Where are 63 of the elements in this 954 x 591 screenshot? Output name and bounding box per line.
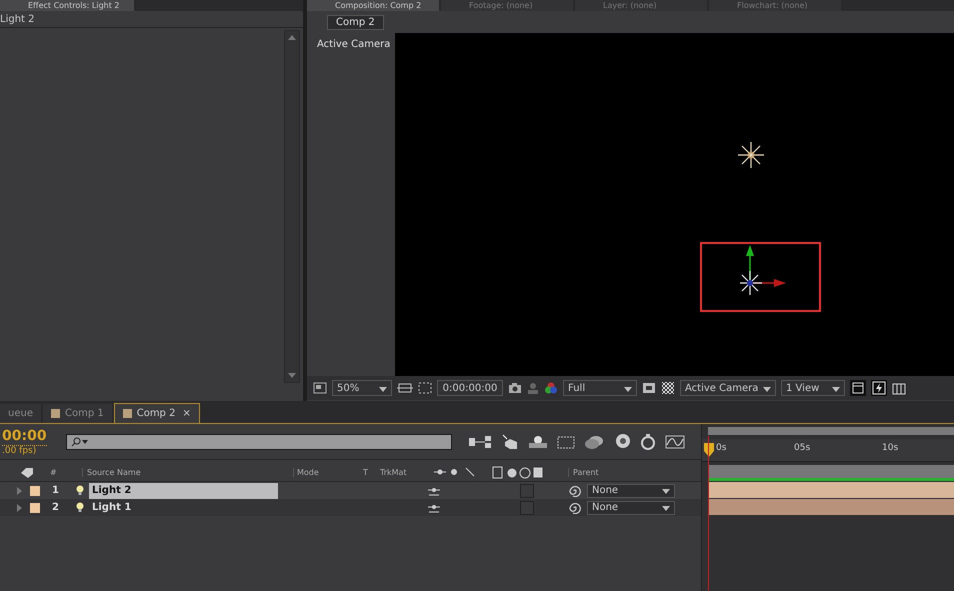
layer-name[interactable]: Light 1 [89,500,278,516]
shy-switch-icon[interactable] [428,502,440,512]
parent-dropdown[interactable]: None [587,484,675,498]
column-header: Parent [568,468,599,477]
parent-dropdown[interactable]: None [587,500,675,514]
light-bulb-icon [76,485,84,496]
search-field[interactable] [66,434,452,450]
flowchart-icon[interactable] [892,381,906,395]
film-frames-icon[interactable] [556,434,576,450]
comp-button[interactable]: Comp 2 [327,14,384,30]
graph-editor-icon[interactable] [664,434,686,450]
preview-icon[interactable] [313,382,327,394]
light-icon[interactable] [736,140,766,170]
grid-icon[interactable] [397,382,413,394]
camera-icon[interactable] [508,382,522,394]
pick-whip-icon[interactable] [569,484,581,496]
zoom-dropdown[interactable]: 50% [332,380,392,396]
time-ruler[interactable]: 0s 05s 10s [702,439,954,462]
shy-switch-icon[interactable] [428,486,440,496]
label-swatch[interactable] [30,502,40,512]
scrollbar[interactable] [284,30,300,383]
ruler-label: 0s [716,443,726,453]
switch-checkbox[interactable] [520,484,534,498]
timeline-tab[interactable]: Comp 1 [42,404,112,423]
fast-preview-icon[interactable] [871,380,887,396]
column-header: T [363,468,369,477]
layer-number: 2 [51,502,60,513]
view-label: Active Camera [317,39,390,50]
timecode-field[interactable]: 0:00:00:00 [437,380,503,396]
channels-icon[interactable] [544,381,558,395]
motion-blur-icon[interactable] [584,434,604,450]
panel-tab[interactable]: Effect Controls: Light 2 [0,0,134,11]
search-icon[interactable] [71,436,89,446]
shy-layer-icon[interactable] [528,434,548,448]
switch-checkbox[interactable] [520,500,534,514]
mask-icon[interactable] [418,382,432,394]
layer-label: Light 2 [0,14,34,24]
column-header: Source Name [82,468,293,477]
ruler-label: 05s [794,443,810,453]
pick-whip-icon[interactable] [569,502,581,514]
network-icon[interactable] [468,434,494,448]
timeline-tab[interactable]: Comp 2 × [114,403,200,423]
column-header: # [50,468,58,477]
layer-number: 1 [51,485,60,496]
current-time[interactable]: 00:00 [2,427,47,446]
label-tag-icon [20,466,34,478]
camera-dropdown[interactable]: Active Camera [680,380,776,396]
ruler-label: 10s [882,443,898,453]
layer-name[interactable]: Light 2 [89,482,278,498]
view-layout-dropdown[interactable]: 1 View [781,380,845,396]
toggle-icon[interactable] [850,380,866,396]
stopwatch-icon[interactable] [640,432,656,450]
light-bulb-icon [76,502,84,513]
frame-rate: .00 fps) [2,446,36,456]
transparency-grid-icon[interactable] [661,381,675,395]
column-header: Mode [293,468,363,477]
label-swatch[interactable] [30,486,40,496]
region-icon[interactable] [642,382,656,394]
panel-tab[interactable]: Composition: Comp 2 [307,0,439,11]
expand-triangle-icon[interactable] [17,504,22,512]
timeline-tab[interactable]: ueue [0,404,41,423]
resolution-dropdown[interactable]: Full [563,380,637,396]
column-header: TrkMat [380,468,408,477]
